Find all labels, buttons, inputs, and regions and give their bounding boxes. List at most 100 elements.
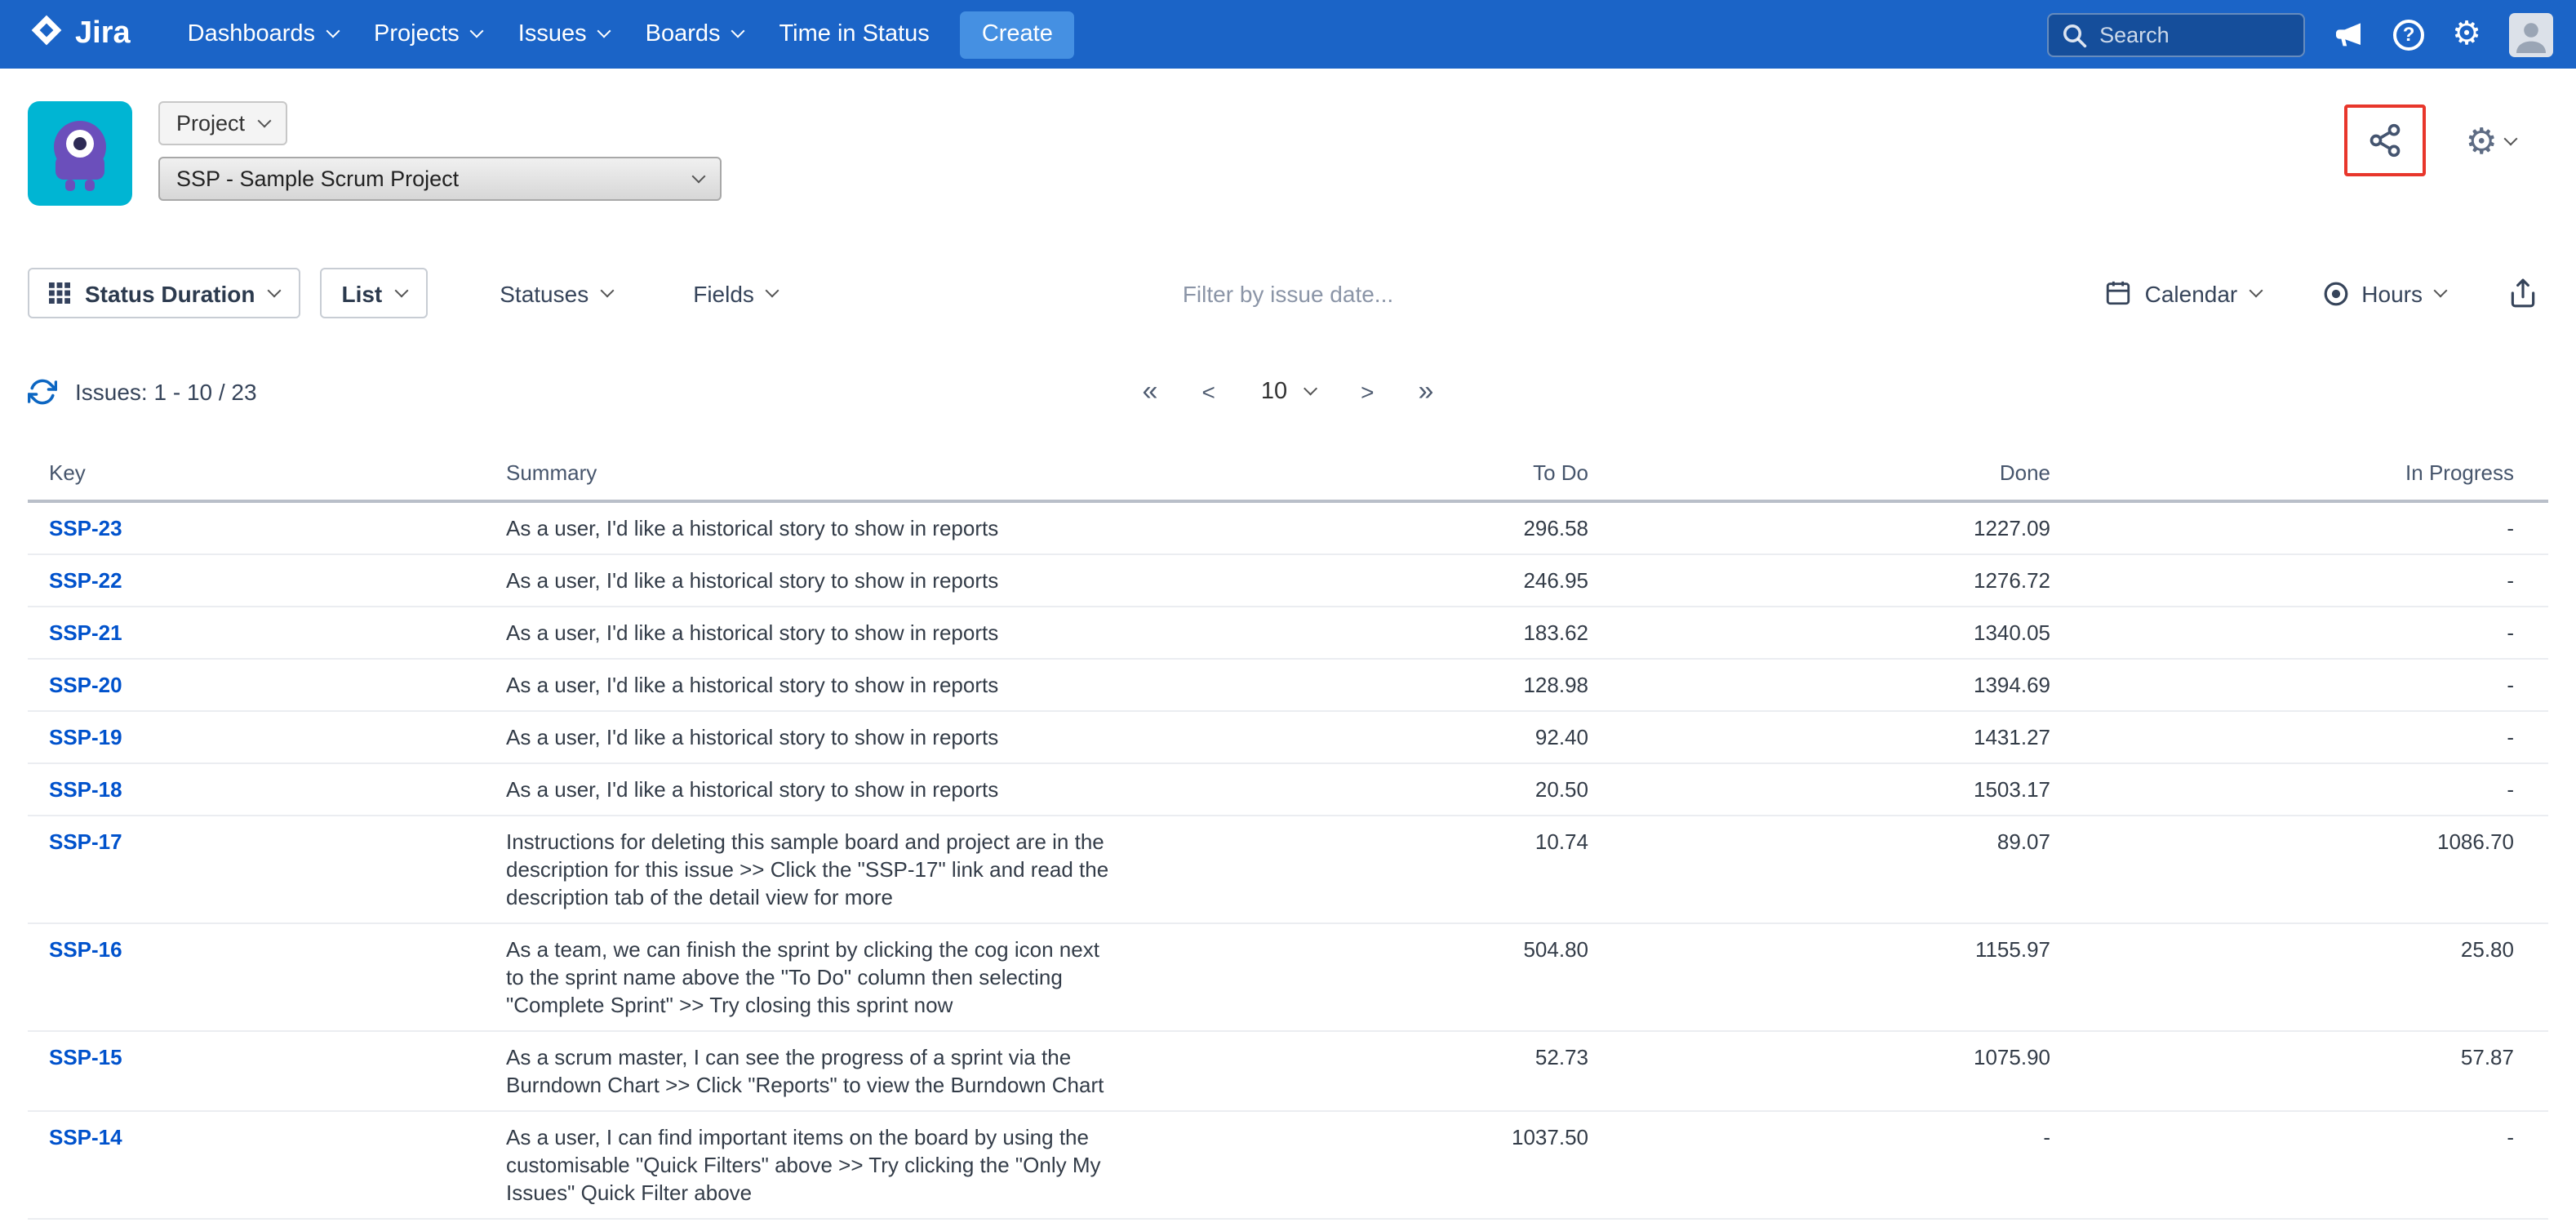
calendar-icon [2104,279,2132,307]
todo-value: 92.40 [1131,711,1588,763]
chevron-down-icon [2434,283,2448,297]
fields-label: Fields [693,280,754,306]
issue-summary: As a user, I'd like a historical story t… [506,514,1131,542]
table-row: SSP-21 As a user, I'd like a historical … [28,607,2548,659]
avatar [2509,12,2553,56]
nav-label: Boards [646,21,721,47]
page: Jira Dashboards Projects Issues Boards T… [0,0,2576,1227]
column-header-in-progress[interactable]: In Progress [2050,460,2548,501]
issue-summary: As a user, I'd like a historical story t… [506,776,1131,803]
page-size-select[interactable]: 10 [1255,379,1321,405]
table-row: SSP-17 Instructions for deleting this sa… [28,816,2548,923]
jira-logo-icon [29,13,64,56]
in-progress-value: - [2050,607,2548,659]
nav-item-boards[interactable]: Boards [628,0,762,69]
toolbar-right: Calendar Hours [2094,276,2548,310]
project-type-button[interactable]: Project [158,101,287,145]
chevron-down-icon [395,283,409,297]
units-menu[interactable]: Hours [2312,278,2455,308]
issue-key-link[interactable]: SSP-23 [49,516,122,540]
chevron-down-icon [731,24,745,38]
top-navbar: Jira Dashboards Projects Issues Boards T… [0,0,2576,69]
project-actions: ⚙ [2368,122,2525,162]
chevron-down-icon [258,113,272,127]
nav-item-time-in-status[interactable]: Time in Status [762,0,948,69]
table-row: SSP-15 As a scrum master, I can see the … [28,1031,2548,1111]
navbar-right: ? ⚙ [2047,12,2553,56]
issue-key-link[interactable]: SSP-22 [49,568,122,593]
in-progress-value: 1086.70 [2050,816,2548,923]
next-page-button[interactable]: > [1356,379,1379,405]
share-button[interactable] [2368,122,2404,158]
done-value: 1227.09 [1588,501,2050,554]
last-page-button[interactable]: » [1414,376,1439,408]
units-label: Hours [2361,280,2423,306]
issue-key-link[interactable]: SSP-16 [49,937,122,962]
done-value: 1431.27 [1588,711,2050,763]
project-select-value: SSP - Sample Scrum Project [176,167,459,191]
in-progress-value: - [2050,501,2548,554]
nav-item-projects[interactable]: Projects [356,0,500,69]
hours-icon [2322,280,2348,306]
prev-page-button[interactable]: < [1197,379,1219,405]
todo-value: 1037.50 [1131,1111,1588,1219]
help-button[interactable]: ? [2393,19,2424,50]
issue-key-link[interactable]: SSP-17 [49,829,122,854]
report-settings-button[interactable]: ⚙ [2456,122,2525,162]
nav-item-dashboards[interactable]: Dashboards [170,0,356,69]
feedback-button[interactable] [2333,18,2365,51]
issue-key-link[interactable]: SSP-14 [49,1125,122,1149]
chevron-down-icon [268,283,282,297]
first-page-button[interactable]: « [1138,376,1163,408]
column-header-done[interactable]: Done [1588,460,2050,501]
refresh-button[interactable] [28,377,57,407]
search-icon [2062,22,2088,48]
done-value: 1276.72 [1588,554,2050,607]
in-progress-value: - [2050,763,2548,816]
jira-logo[interactable]: Jira [29,13,131,56]
done-value: - [1588,1111,2050,1219]
project-select[interactable]: SSP - Sample Scrum Project [158,157,722,201]
issue-key-link[interactable]: SSP-19 [49,725,122,749]
profile-button[interactable] [2509,12,2553,56]
help-icon: ? [2393,19,2424,50]
grid-icon [49,282,70,304]
nav-label: Projects [374,21,460,47]
report-type-button[interactable]: Status Duration [28,268,300,318]
gear-icon: ⚙ [2452,18,2481,51]
issue-summary: As a user, I'd like a historical story t… [506,619,1131,647]
settings-button[interactable]: ⚙ [2452,18,2481,51]
done-value: 1075.90 [1588,1031,2050,1111]
view-mode-button[interactable]: List [320,268,428,318]
todo-value: 20.50 [1131,763,1588,816]
issue-key-link[interactable]: SSP-20 [49,673,122,697]
chevron-down-icon [2249,283,2263,297]
calendar-label: Calendar [2145,280,2238,306]
column-header-key[interactable]: Key [28,460,506,501]
column-header-summary[interactable]: Summary [506,460,1131,501]
export-button[interactable] [2498,276,2548,310]
chevron-down-icon [765,283,779,297]
issue-key-link[interactable]: SSP-21 [49,620,122,645]
todo-value: 296.58 [1131,501,1588,554]
issue-key-link[interactable]: SSP-15 [49,1045,122,1069]
statuses-menu[interactable]: Statuses [490,278,621,308]
table-row: SSP-23 As a user, I'd like a historical … [28,501,2548,554]
done-value: 1340.05 [1588,607,2050,659]
issue-key-link[interactable]: SSP-18 [49,777,122,802]
nav-item-issues[interactable]: Issues [500,0,628,69]
fields-menu[interactable]: Fields [683,278,787,308]
page-size-value: 10 [1261,379,1287,405]
project-header: Project SSP - Sample Scrum Project ⚙ [0,69,2576,214]
issues-row: Issues: 1 - 10 / 23 « < 10 > » [28,367,2548,416]
todo-value: 183.62 [1131,607,1588,659]
nav-label: Issues [518,21,587,47]
in-progress-value: - [2050,659,2548,711]
column-header-todo[interactable]: To Do [1131,460,1588,501]
in-progress-value: - [2050,554,2548,607]
chevron-down-icon [470,24,484,38]
issue-date-filter-input[interactable] [1019,278,1557,308]
calendar-menu[interactable]: Calendar [2094,278,2271,309]
create-button[interactable]: Create [961,11,1074,58]
table-row: SSP-18 As a user, I'd like a historical … [28,763,2548,816]
